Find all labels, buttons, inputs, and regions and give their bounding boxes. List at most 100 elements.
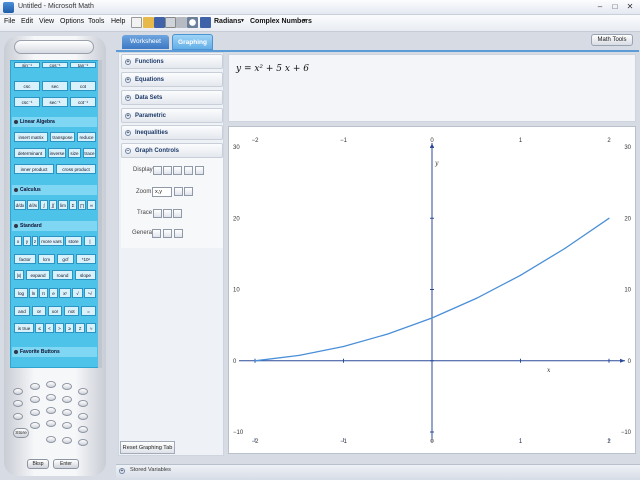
pad-key[interactable]: sec [42,81,68,91]
keypad-button[interactable] [46,394,56,401]
store-button[interactable]: Store [13,428,29,438]
keypad-button[interactable] [78,413,88,420]
keypad-button[interactable] [46,407,56,414]
keypad-button[interactable] [46,436,56,443]
calculator-icon[interactable] [200,17,211,28]
pad-key[interactable]: lcm [38,254,55,264]
chevron-down-icon[interactable]: ▼ [302,18,307,24]
pad-key[interactable]: ≠ [75,323,85,333]
keypad-button[interactable] [78,439,88,446]
pad-key[interactable]: |x| [14,270,24,280]
keypad-button[interactable] [78,388,88,395]
pad-key[interactable]: ln [29,288,38,298]
keypad-button[interactable] [30,383,40,390]
pad-key[interactable]: csc⁻¹ [14,97,40,107]
pad-key[interactable]: inverse [48,148,66,158]
print-preview-icon[interactable] [165,17,176,28]
pad-key[interactable]: ≈ [86,323,96,333]
chevron-down-icon[interactable]: ▼ [240,18,245,24]
pad-key[interactable]: | [84,236,96,246]
table-icon[interactable] [163,229,172,238]
pad-key[interactable]: ≤ [35,323,44,333]
pad-key[interactable]: round [52,270,73,280]
menu-edit[interactable]: Edit [21,18,33,25]
backspace-button[interactable]: Bksp [27,459,49,469]
pad-key[interactable]: y [23,236,31,246]
keypad-button[interactable] [13,388,23,395]
pad-key[interactable]: d/dx [14,200,26,210]
pad-key[interactable]: reduce [77,132,96,142]
pad-key[interactable]: factor [14,254,36,264]
pad-key[interactable]: not [64,306,79,316]
pad-key[interactable]: ⁿ√ [84,288,96,298]
pad-key[interactable]: and [14,306,30,316]
box-icon[interactable] [173,166,182,175]
section-standard[interactable]: Standard [12,221,97,231]
tab-worksheet[interactable]: Worksheet [122,35,169,49]
pad-key[interactable]: gcf [57,254,74,264]
pad-key[interactable]: Σ [69,200,77,210]
zoom-axis-select[interactable]: x,y [152,187,172,197]
pad-key[interactable]: π [39,288,48,298]
menu-view[interactable]: View [39,18,54,25]
section-linear-algebra[interactable]: Linear Algebra [12,117,97,127]
section-equations[interactable]: + Equations [121,72,223,87]
pad-key[interactable]: xʸ [59,288,71,298]
minimize-icon[interactable]: – [592,1,608,13]
pad-key[interactable]: cross product [56,164,96,174]
pad-key[interactable]: tan⁻¹ [70,62,96,68]
keypad-button[interactable] [62,383,72,390]
menu-tools[interactable]: Tools [88,18,104,25]
pad-key[interactable]: csc [14,81,40,91]
pad-key[interactable]: cot⁻¹ [70,97,96,107]
pad-key[interactable]: size [68,148,81,158]
keypad-button[interactable] [30,396,40,403]
pad-key[interactable]: *10ⁿ [76,254,96,264]
pad-key[interactable]: is true [14,323,34,333]
expand-icon[interactable]: + [119,468,125,474]
section-favorite-buttons[interactable]: Favorite Buttons [12,347,97,357]
keypad-button[interactable] [62,437,72,444]
keypad-button[interactable] [13,413,23,420]
pad-key[interactable]: z [32,236,38,246]
stop-icon[interactable] [173,209,182,218]
pad-key[interactable]: cos⁻¹ [42,62,68,68]
pad-key[interactable]: ∬ [49,200,57,210]
pad-key[interactable]: sin⁻¹ [14,62,40,68]
pad-key[interactable]: ∞ [87,200,96,210]
pad-key[interactable]: √ [72,288,83,298]
settings-icon[interactable] [195,166,204,175]
zoom-out-icon[interactable] [184,187,193,196]
keypad-button[interactable] [78,400,88,407]
grid-icon[interactable] [163,166,172,175]
pad-key[interactable]: slope [75,270,96,280]
pad-key[interactable]: = [81,306,96,316]
pad-key[interactable]: transpose [50,132,75,142]
keypad-button[interactable] [62,422,72,429]
pad-key[interactable]: store [65,236,82,246]
pad-key[interactable]: lim [58,200,68,210]
axes-icon[interactable] [153,166,162,175]
close-icon[interactable]: ✕ [622,1,638,13]
section-inequalities[interactable]: + Inequalities [121,125,223,140]
pad-key[interactable]: insert matrix [14,132,48,142]
pad-key[interactable]: more vars [39,236,64,246]
maximize-icon[interactable]: □ [607,1,623,13]
section-functions[interactable]: + Functions [121,54,223,69]
pad-key[interactable]: < [45,323,54,333]
enter-button[interactable]: Enter [53,459,79,469]
open-folder-icon[interactable] [143,17,154,28]
pad-key[interactable]: ∂/∂x [27,200,39,210]
keypad-button[interactable] [46,381,56,388]
section-data-sets[interactable]: + Data Sets [121,90,223,105]
pad-key[interactable]: e [49,288,58,298]
menu-file[interactable]: File [4,18,15,25]
section-parametric[interactable]: + Parametric [121,108,223,123]
math-tools-button[interactable]: Math Tools [591,34,633,46]
print-icon[interactable] [176,17,187,28]
menu-options[interactable]: Options [60,18,84,25]
reset-graphing-tab-button[interactable]: Reset Graphing Tab [120,441,175,454]
keypad-button[interactable] [78,426,88,433]
section-graph-controls[interactable]: − Graph Controls [121,143,223,158]
pause-icon[interactable] [163,209,172,218]
